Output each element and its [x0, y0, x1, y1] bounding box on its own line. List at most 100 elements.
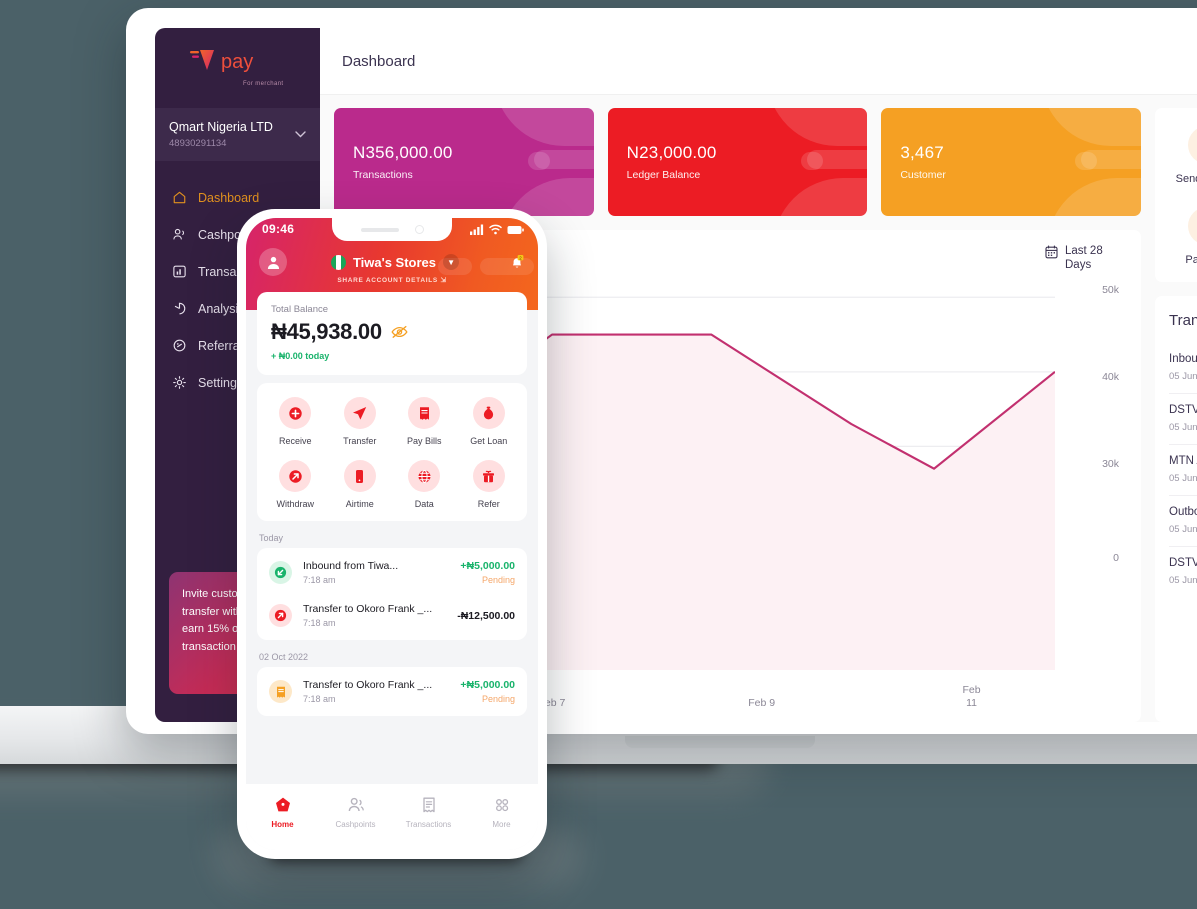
signal-icon — [470, 224, 484, 235]
quick-action-send-money[interactable]: Send Money — [1155, 126, 1197, 185]
phone-action-airtime[interactable]: Airtime — [328, 460, 393, 509]
share-icon: ⇲ — [440, 277, 447, 284]
phone-action-label: Get Loan — [470, 436, 508, 446]
phone-action-label: Refer — [477, 499, 500, 509]
see-more-link[interactable]: See more — [1169, 597, 1197, 622]
x-axis-tick: Feb 11 — [962, 684, 981, 709]
phone-transaction-name: Inbound from Tiwa... — [303, 560, 399, 572]
stat-card-transactions[interactable]: N356,000.00 Transactions — [334, 108, 594, 216]
account-switcher[interactable]: Qmart Nigeria LTD 48930291134 — [155, 108, 320, 161]
table-row[interactable]: MTN Airtime Top-up 05 Jun 2020 10:56 PM — [1169, 445, 1197, 496]
chevron-down-icon — [295, 131, 306, 138]
chart-range-label: Last 28 Days — [1065, 245, 1103, 271]
arrow-down-left-icon — [269, 561, 292, 584]
table-row[interactable]: DSTV Subscription 05 Jun 2020 10:56 PM — [1169, 394, 1197, 445]
plus-circle-icon — [279, 397, 312, 429]
phone-action-label: Withdraw — [276, 499, 314, 509]
pie-chart-icon — [174, 302, 186, 315]
page-title: Dashboard — [342, 52, 416, 70]
share-account-details-button[interactable]: SHARE ACCOUNT DETAILS ⇲ — [246, 276, 538, 284]
phone-action-label: Receive — [278, 436, 312, 446]
camera-icon — [414, 225, 424, 234]
svg-text:pay: pay — [221, 51, 253, 73]
notification-bell-icon[interactable]: 2 — [509, 254, 525, 270]
phone-action-withdraw[interactable]: Withdraw — [263, 460, 328, 509]
stat-label: Ledger Balance — [626, 169, 701, 181]
balance-card: Total Balance ₦45,938.00 + ₦0.00 today — [257, 292, 527, 375]
table-row[interactable]: Outbound Transaction 05 Jun 2020 10:56 P… — [1169, 496, 1197, 547]
wifi-icon — [489, 224, 502, 235]
transaction-name: Outbound Transaction — [1169, 506, 1197, 518]
phone-section-header: Today — [259, 533, 284, 543]
list-item[interactable]: Transfer to Okoro Frank _... 7:18 am +₦5… — [269, 670, 515, 713]
phone-actions-card: Receive Transfer Pay Bills Get Loan With… — [257, 383, 527, 521]
stat-cards: N356,000.00 Transactions N23,000.00 Ledg… — [334, 108, 1142, 216]
receipt-icon — [1187, 207, 1197, 245]
list-item[interactable]: Transfer to Okoro Frank _... 7:18 am -₦1… — [269, 594, 515, 637]
phone-nav-more[interactable]: More — [465, 795, 538, 829]
users-icon — [348, 797, 364, 812]
x-axis-tick: Feb 9 — [748, 697, 776, 709]
table-row[interactable]: DSTV Subscription 05 Jun 2020 10:56 PM +… — [1169, 547, 1197, 597]
transaction-name: Inbound Transaction — [1169, 353, 1197, 365]
nigeria-flag-icon — [330, 254, 346, 270]
phone-nav-label: Cashpoints — [335, 820, 376, 829]
quick-action-pay-bills[interactable]: Pay Bills — [1155, 207, 1197, 266]
brand-tagline: For merchant — [243, 81, 284, 87]
transaction-name: DSTV Subscription — [1169, 557, 1197, 569]
eye-off-icon[interactable] — [391, 325, 408, 339]
sidebar-item-label: Dashboard — [198, 190, 260, 205]
laptop-trackpad-notch — [625, 736, 815, 748]
chart-bar-icon — [173, 265, 186, 278]
stat-card-customer[interactable]: 3,467 Customer — [881, 108, 1142, 216]
phone-action-transfer[interactable]: Transfer — [328, 397, 393, 446]
store-switcher[interactable]: Tiwa's Stores ▼ — [281, 254, 509, 270]
phone-action-pay-bills[interactable]: Pay Bills — [392, 397, 457, 446]
brand-logo[interactable]: pay For merchant — [155, 28, 320, 102]
phone-screen: 09:46 Tiwa's Stores ▼ 2 SHARE ACCOUNT DE… — [246, 218, 538, 850]
gift-icon — [472, 460, 505, 492]
phone-transaction-time: 7:18 am — [303, 618, 336, 628]
phone-transaction-name: Transfer to Okoro Frank _... — [303, 603, 433, 615]
chart-date-range-selector[interactable]: Last 28 Days — [1045, 244, 1119, 272]
phone-nav-home[interactable]: Home — [246, 795, 319, 829]
phone-nav-label: Transactions — [405, 820, 452, 829]
paper-plane-icon — [343, 397, 376, 429]
phone-nav-label: More — [492, 820, 511, 829]
phone-transaction-time: 7:18 am — [303, 694, 336, 704]
phone-store-row: Tiwa's Stores ▼ 2 — [246, 248, 538, 276]
stat-card-ledger-balance[interactable]: N23,000.00 Ledger Balance — [607, 108, 868, 216]
badge-icon — [173, 339, 186, 352]
battery-icon — [507, 225, 524, 234]
phone-bottom-nav: Home Cashpoints Transactions More — [246, 784, 538, 850]
transaction-date: 05 Jun 2020 10:56 PM — [1169, 524, 1197, 535]
calendar-icon — [1045, 245, 1058, 259]
status-time: 09:46 — [262, 222, 295, 236]
balance-value-row: ₦45,938.00 — [271, 319, 513, 345]
phone-action-get-loan[interactable]: Get Loan — [457, 397, 522, 446]
chevron-down-icon: ▼ — [443, 254, 460, 270]
dashboard-right-column: Send Money Withdraw — [1155, 108, 1197, 722]
arrow-up-right-icon — [279, 460, 312, 492]
list-item[interactable]: Inbound from Tiwa... 7:18 am +₦5,000.00 … — [269, 551, 515, 594]
phone-nav-transactions[interactable]: Transactions — [392, 795, 465, 829]
transaction-name: MTN Airtime Top-up — [1169, 455, 1197, 467]
phone-action-label: Transfer — [343, 436, 377, 446]
phone-action-label: Airtime — [345, 499, 374, 509]
phone-nav-cashpoints[interactable]: Cashpoints — [319, 795, 392, 829]
status-icons — [470, 224, 524, 235]
receipt-icon — [422, 797, 435, 813]
home-icon — [275, 797, 290, 812]
grid-icon — [495, 799, 508, 812]
money-bag-icon — [472, 397, 505, 429]
table-row[interactable]: Inbound Transaction 05 Jun 2020 10:56 PM… — [1169, 343, 1197, 394]
y-axis-tick: 30k — [1102, 458, 1119, 470]
phone-action-receive[interactable]: Receive — [263, 397, 328, 446]
quick-action-label: Pay Bills — [1185, 254, 1197, 266]
phone-action-label: Pay Bills — [406, 436, 442, 446]
phone-action-data[interactable]: Data — [392, 460, 457, 509]
transaction-date: 05 Jun 2020 10:56 PM — [1169, 371, 1197, 382]
account-number: 48930291134 — [169, 138, 227, 149]
phone-transaction-name: Transfer to Okoro Frank _... — [303, 679, 433, 691]
phone-action-refer[interactable]: Refer — [457, 460, 522, 509]
